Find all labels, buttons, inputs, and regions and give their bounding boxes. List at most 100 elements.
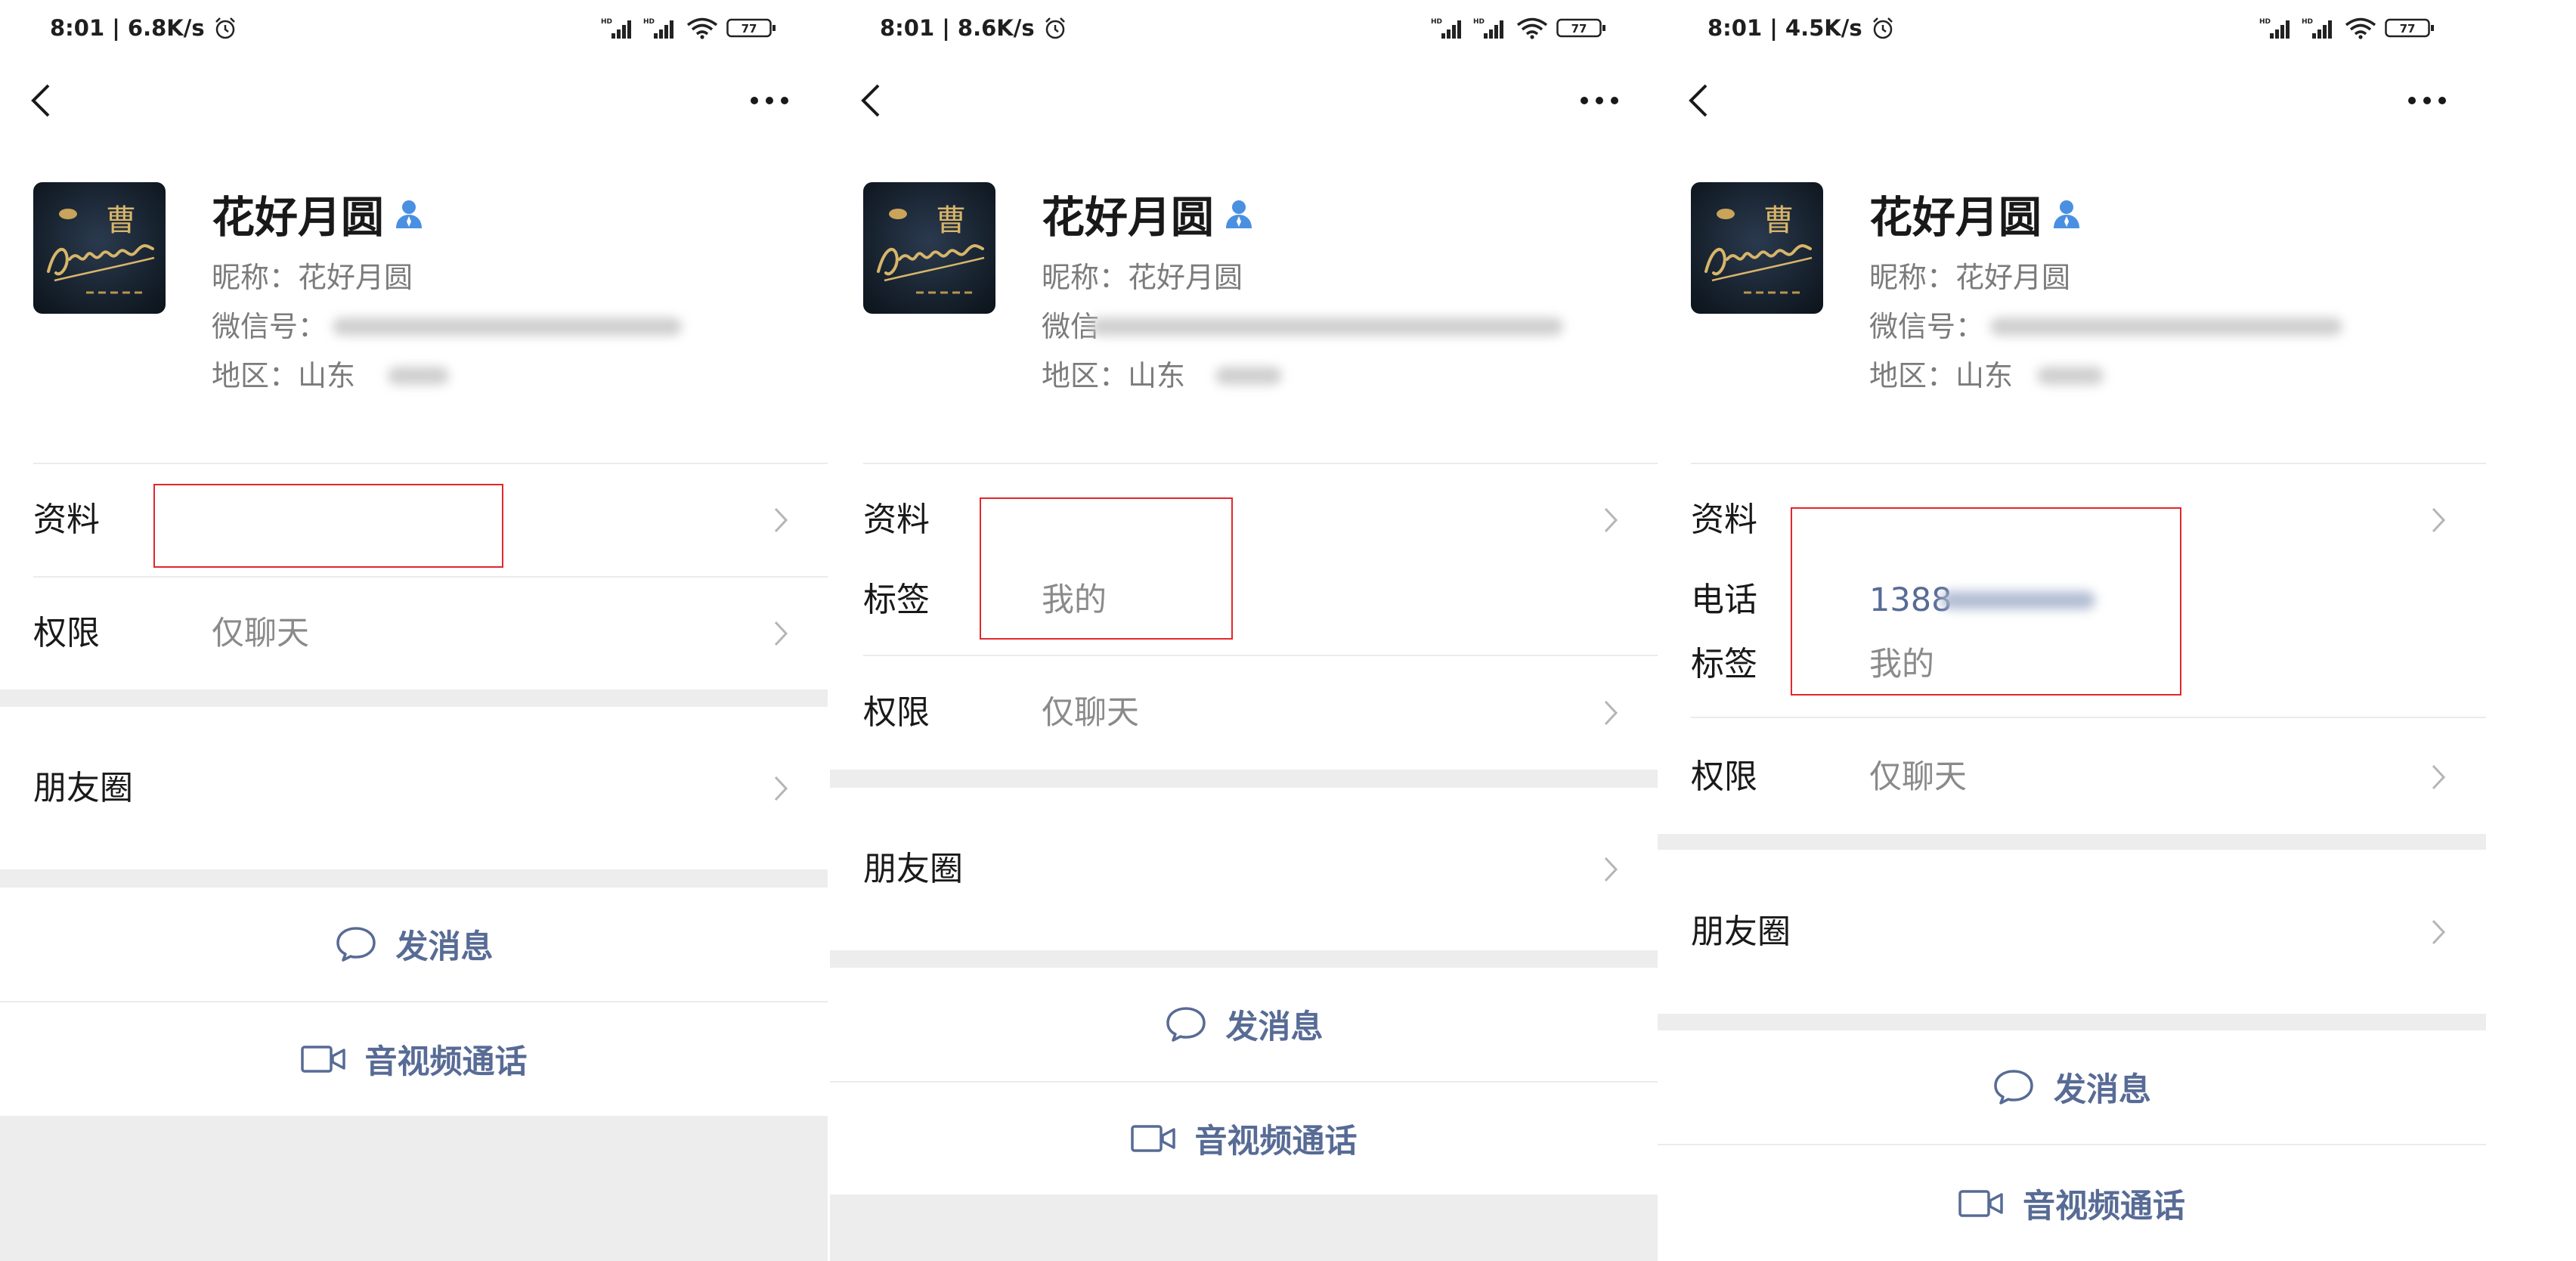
back-button[interactable] xyxy=(859,83,884,118)
video-call-label: 音视频通话 xyxy=(364,1043,528,1081)
row-permission[interactable]: 权限 仅聊天 xyxy=(1658,718,2486,834)
row-permission[interactable]: 权限 仅聊天 xyxy=(830,656,1658,770)
row-moments[interactable]: 朋友圈 xyxy=(0,707,828,869)
video-call-icon xyxy=(1130,1123,1176,1154)
svg-text:曹: 曹 xyxy=(1763,203,1794,238)
row-label: 权限 xyxy=(33,614,100,652)
wechat-id-label: 微信号： xyxy=(1869,310,1985,343)
chevron-right-icon xyxy=(2431,507,2446,534)
alarm-icon xyxy=(1870,15,1896,41)
contact-name-text: 花好月圆 xyxy=(1869,193,2042,243)
chevron-right-icon xyxy=(2431,764,2446,791)
chat-bubble-icon xyxy=(1992,1068,2035,1106)
verified-user-icon xyxy=(2051,197,2084,231)
status-bar-right: HD HD 77 xyxy=(2259,15,2436,41)
chevron-right-icon xyxy=(1603,699,1618,727)
video-call-label: 音视频通话 xyxy=(1194,1123,1358,1160)
video-call-icon xyxy=(1958,1188,2004,1219)
section-separator xyxy=(0,869,828,888)
more-button[interactable] xyxy=(1580,95,1619,106)
battery-icon: 77 xyxy=(2385,17,2436,39)
chevron-right-icon xyxy=(1603,856,1618,883)
avatar[interactable]: 曹 xyxy=(1691,182,1823,314)
send-message-label: 发消息 xyxy=(2054,1071,2151,1109)
svg-text:77: 77 xyxy=(2400,22,2416,36)
blurred-region xyxy=(1215,367,1282,385)
more-button[interactable] xyxy=(2407,95,2447,106)
region-line: 地区：山东 xyxy=(1869,359,2014,392)
back-button[interactable] xyxy=(29,83,54,118)
more-button[interactable] xyxy=(750,95,789,106)
status-bar-right: HD HD 77 xyxy=(601,15,778,41)
contact-name: 花好月圆 xyxy=(212,189,426,243)
nickname-line: 昵称：花好月圆 xyxy=(1869,261,2071,294)
signal-icon: HD xyxy=(643,17,678,39)
verified-user-icon xyxy=(393,197,426,231)
svg-text:HD: HD xyxy=(2302,18,2313,26)
nickname-line: 昵称：花好月圆 xyxy=(1042,261,1243,294)
back-button[interactable] xyxy=(1686,83,1712,118)
profile-screen-3: 8:01 | 4.5K/s HD HD 77 曹 花好月圆 昵称：花好月圆 微信… xyxy=(1658,0,2486,1261)
nickname-line: 昵称：花好月圆 xyxy=(212,261,413,294)
empty-background xyxy=(830,1194,1658,1261)
send-message-label: 发消息 xyxy=(395,928,494,966)
row-label: 资料 xyxy=(33,500,100,539)
row-profile-info[interactable]: 资料 标签 我的 xyxy=(830,464,1658,655)
send-message-label: 发消息 xyxy=(1225,1008,1324,1046)
contact-name: 花好月圆 xyxy=(1042,189,1256,243)
send-message-button[interactable]: 发消息 xyxy=(0,888,828,1001)
chevron-right-icon xyxy=(773,620,788,647)
signal-icon: HD xyxy=(1473,17,1508,39)
region-line: 地区：山东 xyxy=(212,359,356,392)
status-time-speed: 8:01 | 4.5K/s xyxy=(1708,15,1862,41)
row-label: 朋友圈 xyxy=(1691,912,1791,951)
avatar[interactable]: 曹 xyxy=(33,182,166,314)
wechat-id-label: 微信号： xyxy=(212,310,327,343)
status-bar-left: 8:01 | 8.6K/s xyxy=(880,14,1068,42)
svg-text:77: 77 xyxy=(1571,22,1587,36)
svg-text:HD: HD xyxy=(643,18,655,26)
video-call-button[interactable]: 音视频通话 xyxy=(0,1002,828,1116)
more-icon xyxy=(751,97,788,104)
send-message-button[interactable]: 发消息 xyxy=(1658,1030,2486,1144)
video-call-button[interactable]: 音视频通话 xyxy=(830,1083,1658,1194)
verified-user-icon xyxy=(1223,197,1256,231)
highlight-box xyxy=(153,484,503,568)
svg-text:77: 77 xyxy=(742,22,757,36)
row-label: 朋友圈 xyxy=(863,850,963,888)
row-moments[interactable]: 朋友圈 xyxy=(1658,850,2486,1014)
signal-icon: HD xyxy=(2302,17,2336,39)
row-label: 资料 xyxy=(863,500,930,539)
section-separator xyxy=(1658,1014,2486,1030)
row-label: 朋友圈 xyxy=(33,769,133,807)
avatar[interactable]: 曹 xyxy=(863,182,995,314)
svg-text:HD: HD xyxy=(2259,18,2271,26)
send-message-button[interactable]: 发消息 xyxy=(830,968,1658,1081)
highlight-box xyxy=(980,497,1233,640)
contact-name-text: 花好月圆 xyxy=(1042,193,1214,243)
region-line: 地区：山东 xyxy=(1042,359,1186,392)
battery-icon: 77 xyxy=(726,17,778,39)
wifi-icon xyxy=(686,17,719,39)
more-icon xyxy=(2408,97,2446,104)
chevron-right-icon xyxy=(773,507,788,534)
blurred-wechat-id xyxy=(333,318,682,336)
blurred-wechat-id xyxy=(1091,318,1563,336)
alarm-icon xyxy=(212,15,238,41)
profile-screen-1: 8:01 | 6.8K/s HD HD 77 曹 花好月圆 昵称：花好月圆 微信… xyxy=(0,0,828,1261)
svg-text:HD: HD xyxy=(1473,18,1485,26)
row-value: 仅聊天 xyxy=(212,615,309,652)
blurred-wechat-id xyxy=(1990,318,2342,336)
signal-icon: HD xyxy=(1431,17,1466,39)
row-moments[interactable]: 朋友圈 xyxy=(830,788,1658,950)
video-call-button[interactable]: 音视频通话 xyxy=(1658,1145,2486,1261)
wifi-icon xyxy=(1516,17,1549,39)
status-bar-right: HD HD 77 xyxy=(1431,15,1608,41)
alarm-icon xyxy=(1042,15,1068,41)
contact-name-text: 花好月圆 xyxy=(212,193,384,243)
row-permission[interactable]: 权限 仅聊天 xyxy=(0,578,828,689)
back-icon xyxy=(1689,84,1708,117)
video-call-label: 音视频通话 xyxy=(2023,1187,2185,1225)
blurred-region xyxy=(2037,367,2104,385)
chevron-right-icon xyxy=(1603,507,1618,534)
